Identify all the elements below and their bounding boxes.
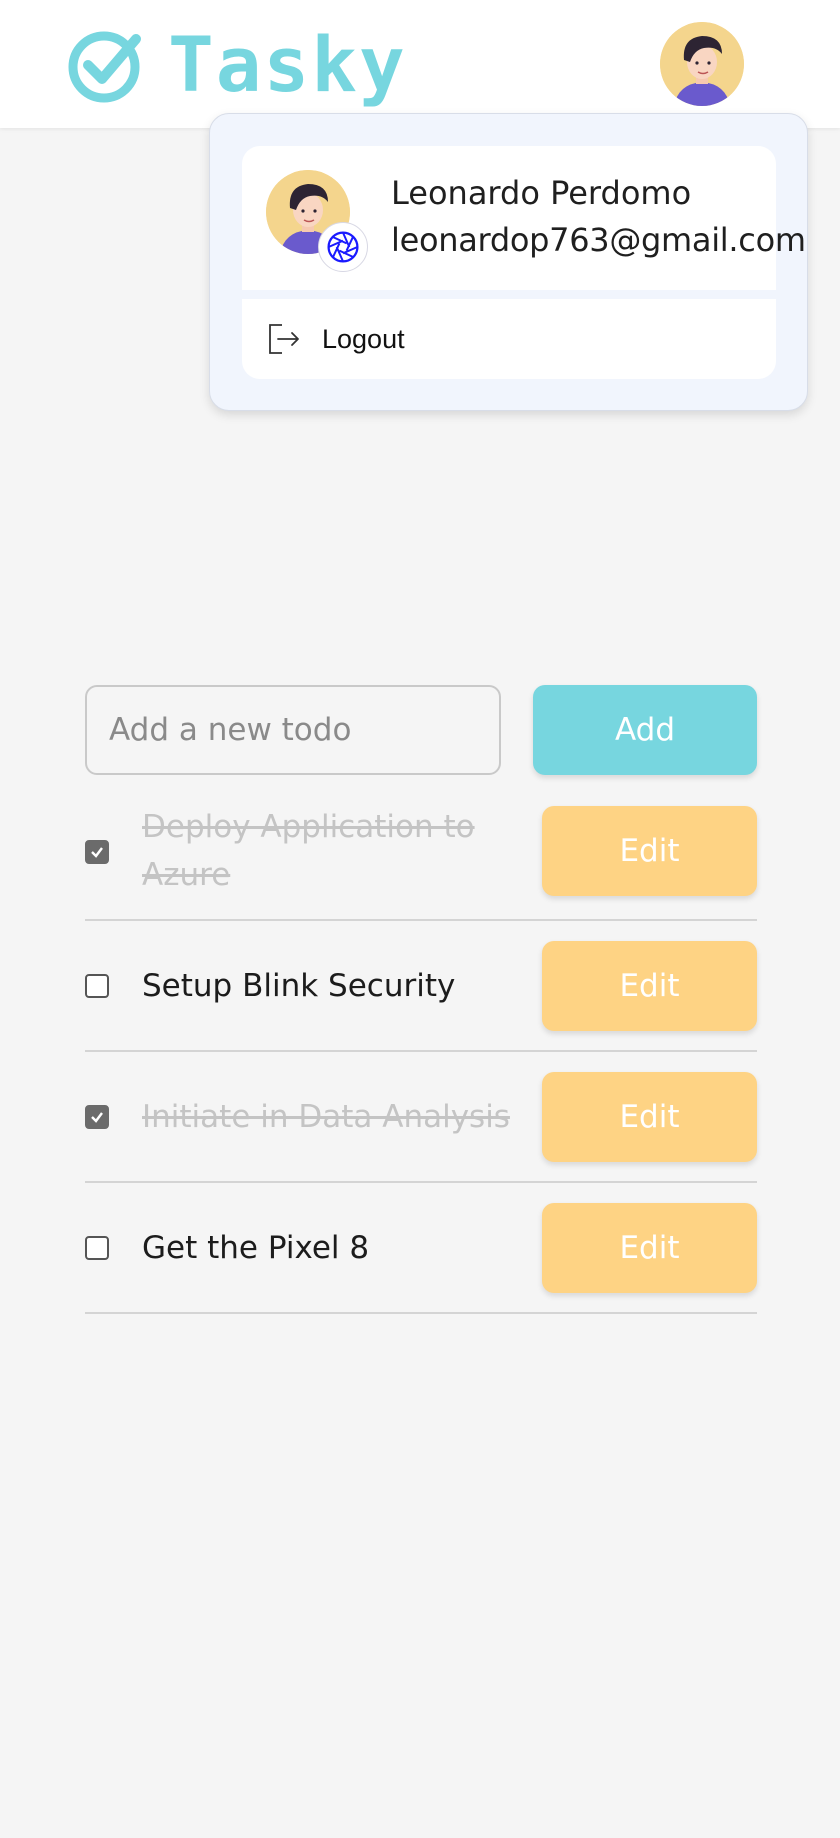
- edit-todo-button[interactable]: Edit: [542, 1072, 757, 1162]
- user-avatar-button[interactable]: [660, 22, 744, 106]
- app-name: Tasky: [168, 20, 407, 109]
- check-circle-icon: [68, 31, 141, 103]
- user-menu-dropdown: Leonardo Perdomo leonardop763@gmail.com …: [209, 113, 808, 411]
- user-avatar-icon: [660, 22, 744, 106]
- todo-text: Initiate in Data Analysis: [142, 1099, 510, 1135]
- checkmark-icon: [91, 1112, 103, 1123]
- todo-item: Setup Blink Security Edit: [85, 921, 757, 1052]
- app-header: Tasky: [0, 0, 840, 128]
- aperture-icon: [327, 231, 359, 263]
- edit-todo-button[interactable]: Edit: [542, 941, 757, 1031]
- add-todo-button[interactable]: Add: [533, 685, 757, 775]
- todo-checkbox[interactable]: [85, 974, 109, 998]
- checkmark-icon: [91, 847, 103, 858]
- todo-item: Deploy Application to Azure Edit: [85, 793, 757, 921]
- edit-todo-button[interactable]: Edit: [542, 806, 757, 896]
- todo-text: Get the Pixel 8: [142, 1230, 370, 1266]
- user-name: Leonardo Perdomo: [391, 174, 692, 212]
- logout-button[interactable]: Logout: [242, 299, 776, 379]
- todo-text: Setup Blink Security: [142, 968, 456, 1004]
- todo-checkbox[interactable]: [85, 1105, 109, 1129]
- todo-checkbox[interactable]: [85, 1236, 109, 1260]
- profile-card: Leonardo Perdomo leonardop763@gmail.com: [242, 146, 806, 290]
- auth-provider-badge: [318, 222, 368, 272]
- edit-todo-button[interactable]: Edit: [542, 1203, 757, 1293]
- todo-item: Get the Pixel 8 Edit: [85, 1183, 757, 1314]
- todo-checkbox[interactable]: [85, 840, 109, 864]
- user-email: leonardop763@gmail.com: [391, 221, 806, 259]
- app-logo[interactable]: Tasky: [66, 24, 407, 106]
- logout-label: Logout: [322, 323, 405, 354]
- new-todo-input[interactable]: [85, 685, 501, 775]
- logout-icon: [269, 324, 299, 354]
- todo-text: Deploy Application to Azure: [142, 809, 475, 893]
- profile-avatar-group: [266, 170, 368, 272]
- todo-item: Initiate in Data Analysis Edit: [85, 1052, 757, 1183]
